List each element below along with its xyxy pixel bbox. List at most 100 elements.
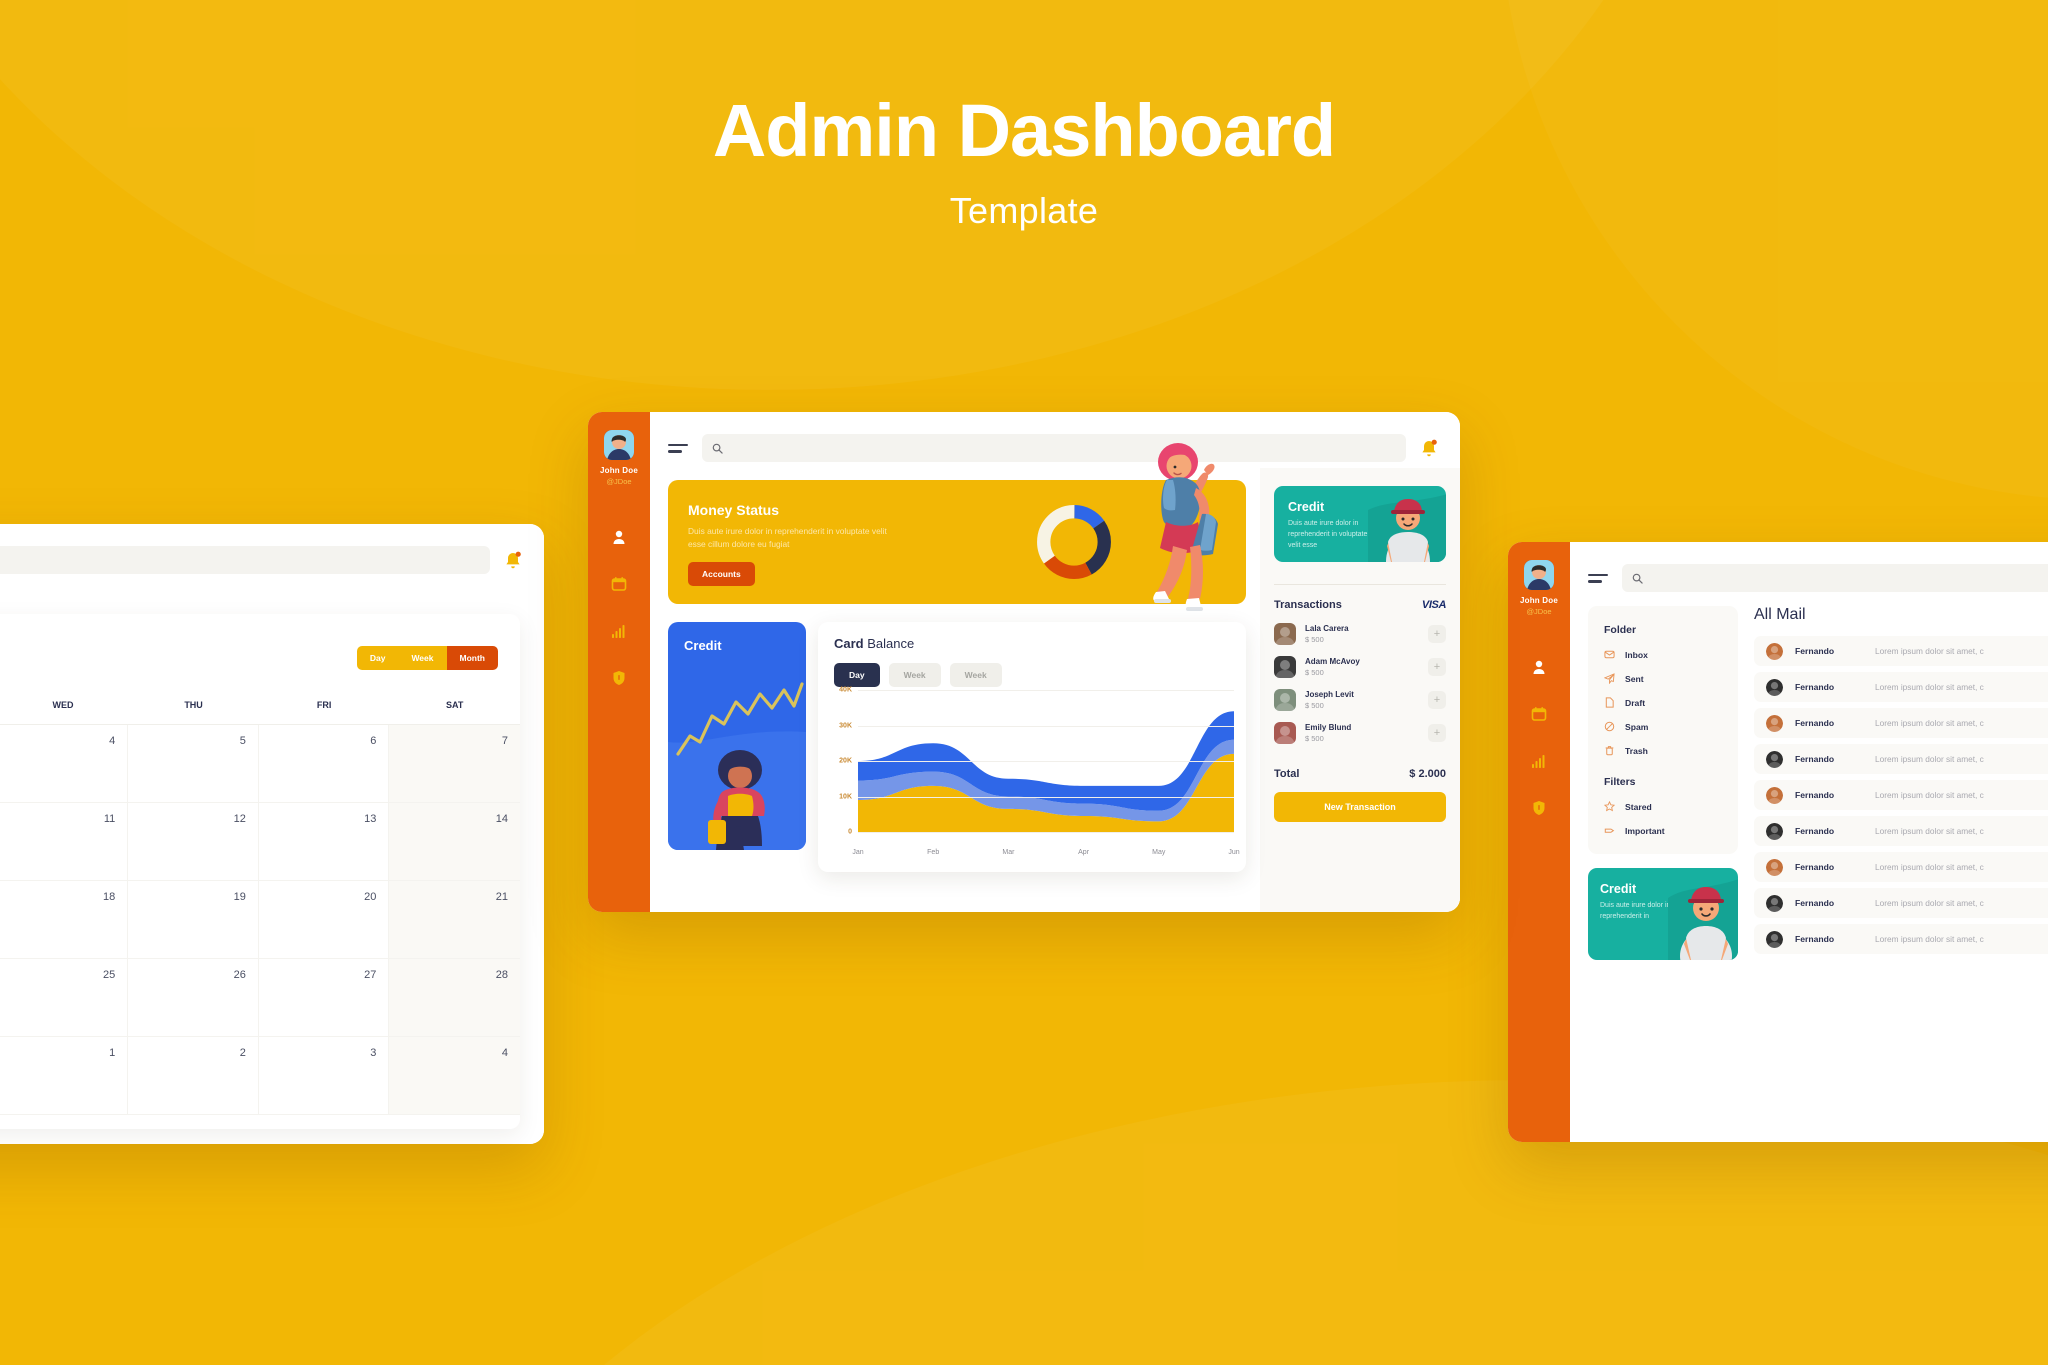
tab-week-2[interactable]: Week [949,663,1002,687]
mail-folder-draft[interactable]: Draft [1604,697,1722,708]
mail-folder-label: Trash [1625,745,1648,756]
avatar [1274,722,1296,744]
mail-sender: Fernando [1795,646,1835,656]
calendar-day-cell[interactable]: 4 [389,1037,520,1115]
calendar-day-cell[interactable]: 21 [389,881,520,959]
transaction-amount: $ 500 [1305,734,1324,743]
new-transaction-button[interactable]: New Transaction [1274,792,1446,822]
calendar-day-cell[interactable]: 20 [258,881,390,959]
add-transaction-button[interactable]: + [1428,658,1446,676]
calendar-day-cell[interactable]: 25 [0,959,129,1037]
search-input[interactable] [0,554,480,566]
mail-list-item[interactable]: Fernando Lorem ipsum dolor sit amet, c [1754,708,2048,738]
search-box[interactable] [1622,564,2048,592]
shield-icon[interactable] [1530,799,1548,817]
dashboard-lower-row: Credit Card Balance Day Week Week 0 10K … [668,622,1246,872]
calendar-icon[interactable] [610,575,628,593]
calendar-day-cell[interactable]: 13 [258,803,390,881]
user-icon[interactable] [610,528,628,546]
chart-x-tick: Apr [1078,849,1090,856]
transaction-row[interactable]: Adam McAvoy $ 500 + [1274,656,1446,678]
calendar-view-week[interactable]: Week [398,646,447,670]
mail-filter-important[interactable]: Important [1604,825,1722,836]
mail-folder-label: Sent [1625,673,1644,684]
card-balance-title-bold: Card [834,636,864,651]
mail-credit-promo-card[interactable]: Credit Duis aute irure dolor in reprehen… [1588,868,1738,960]
mail-filter-stared[interactable]: Stared [1604,801,1722,812]
calendar-icon[interactable] [1530,705,1548,723]
mail-list-item[interactable]: Fernando Lorem ipsum dolor sit amet, c [1754,816,2048,846]
calendar-day-cell[interactable]: 7 [389,725,520,803]
bar-chart-icon[interactable] [610,622,628,640]
calendar-week-row: 891011121314 [0,803,520,881]
add-transaction-button[interactable]: + [1428,691,1446,709]
calendar-day-cell[interactable]: 1 [0,1037,129,1115]
calendar-day-cell[interactable]: 27 [258,959,390,1037]
calendar-day-cell[interactable]: 11 [0,803,129,881]
search-input[interactable] [1651,572,2048,584]
calendar-day-cell[interactable]: 19 [128,881,259,959]
mail-snippet: Lorem ipsum dolor sit amet, c [1875,898,1984,908]
calendar-day-cell[interactable]: 14 [389,803,520,881]
transaction-row[interactable]: Lala Carera $ 500 + [1274,623,1446,645]
mail-topbar [1570,542,2048,598]
calendar-day-headers: SUN MON TUE WED THU FRI SAT [0,692,520,724]
rail-icon-list [1530,658,1548,817]
mail-list-item[interactable]: Fernando Lorem ipsum dolor sit amet, c [1754,780,2048,810]
accounts-button[interactable]: Accounts [688,562,755,587]
mail-list-item[interactable]: Fernando Lorem ipsum dolor sit amet, c [1754,636,2048,666]
avatar [1766,678,1783,696]
transaction-row[interactable]: Joseph Levit $ 500 + [1274,689,1446,711]
mail-list-item[interactable]: Fernando Lorem ipsum dolor sit amet, c [1754,672,2048,702]
user-icon[interactable] [1530,658,1548,676]
money-status-donut-chart [1037,505,1111,579]
add-transaction-button[interactable]: + [1428,724,1446,742]
calendar-day-cell[interactable]: 4 [0,725,129,803]
visa-logo: VISA [1421,599,1446,611]
mail-sender: Fernando [1795,898,1835,908]
mail-folder-inbox[interactable]: Inbox [1604,649,1722,660]
bar-chart-icon[interactable] [1530,752,1548,770]
mail-list-item[interactable]: Fernando Lorem ipsum dolor sit amet, c [1754,852,2048,882]
search-input[interactable] [731,442,1396,454]
transaction-row[interactable]: Emily Blund $ 500 + [1274,722,1446,744]
mail-folder-trash[interactable]: Trash [1604,745,1722,756]
avatar[interactable] [1524,560,1554,590]
calendar-day-cell[interactable]: 3 [258,1037,390,1115]
menu-toggle-button[interactable] [1588,573,1608,583]
calendar-view-day[interactable]: Day [356,646,399,670]
mail-list-item[interactable]: Fernando Lorem ipsum dolor sit amet, c [1754,924,2048,954]
notification-bell-icon[interactable] [1420,438,1438,458]
search-box[interactable] [0,546,490,574]
shield-icon[interactable] [610,669,628,687]
calendar-day-cell[interactable]: 12 [128,803,259,881]
mail-list-item[interactable]: Fernando Lorem ipsum dolor sit amet, c [1754,888,2048,918]
menu-toggle-button[interactable] [668,443,688,453]
trash-icon [1605,746,1614,756]
credit-person-illustration [1668,879,1738,960]
mail-folder-spam[interactable]: Spam [1604,721,1722,732]
calendar-day-cell[interactable]: 2 [128,1037,259,1115]
avatar[interactable] [604,430,634,460]
mail-sender: Fernando [1795,862,1835,872]
tab-week-1[interactable]: Week [888,663,941,687]
add-transaction-button[interactable]: + [1428,625,1446,643]
search-box[interactable] [702,434,1406,462]
calendar-view-month[interactable]: Month [446,646,498,670]
notification-bell-icon[interactable] [504,550,522,570]
tab-day[interactable]: Day [834,663,880,687]
calendar-day-cell[interactable]: 18 [0,881,129,959]
credit-promo-card-blue[interactable]: Credit [668,622,806,850]
calendar-day-cell[interactable]: 5 [128,725,259,803]
mail-list-item[interactable]: Fernando Lorem ipsum dolor sit amet, c [1754,744,2048,774]
mail-sender: Fernando [1795,754,1835,764]
calendar-day-cell[interactable]: 26 [128,959,259,1037]
mail-filter-label: Important [1625,825,1665,836]
transaction-meta: Emily Blund $ 500 [1305,723,1419,743]
mail-folder-sent[interactable]: Sent [1604,673,1722,684]
calendar-day-cell[interactable]: 6 [258,725,390,803]
dashboard-right-column: Credit Duis aute irure dolor in reprehen… [1260,468,1460,912]
credit-promo-card-teal[interactable]: Credit Duis aute irure dolor in reprehen… [1274,486,1446,562]
calendar-day-cell[interactable]: 28 [389,959,520,1037]
calendar-view-switch: Day Week Month [356,646,498,670]
